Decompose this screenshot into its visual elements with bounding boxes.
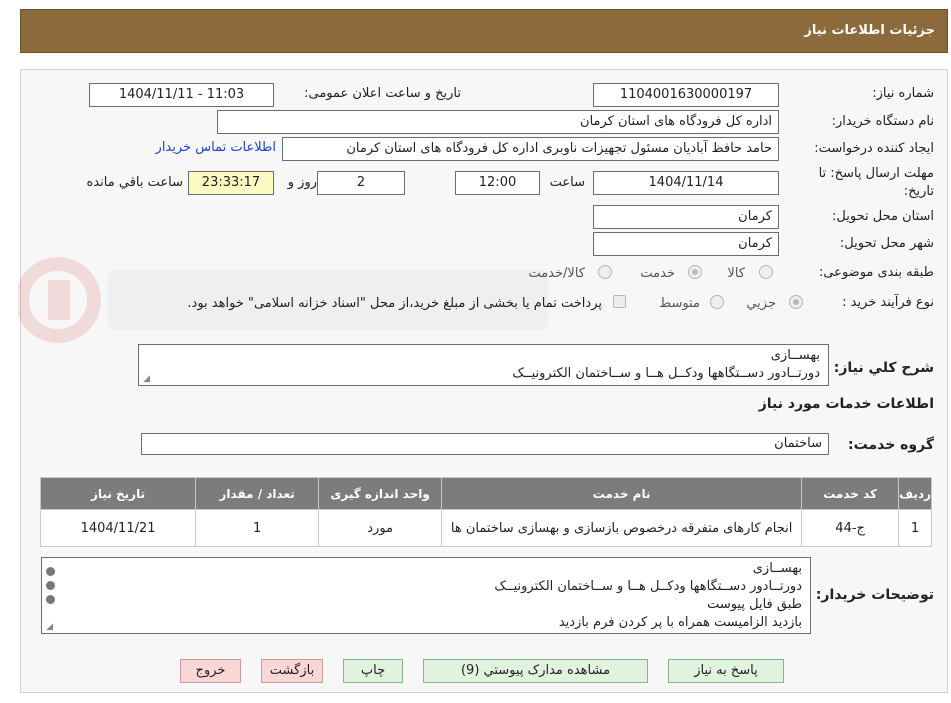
services-section-title: اطلاعات خدمات مورد نیاز — [758, 396, 934, 412]
page-header: جزئیات اطلاعات نیاز — [20, 9, 948, 53]
scroll-thumb-icon[interactable] — [46, 581, 55, 590]
buyer-notes-line: بازدید الزامیست همراه با پر کردن فرم باز… — [558, 615, 802, 630]
need-number-label: شماره نیاز: — [872, 86, 934, 101]
buyer-notes-line: دورتــادور دســتگاهها ودکــل هــا و ســا… — [494, 579, 802, 594]
category-goods-service-radio[interactable] — [598, 265, 612, 279]
deadline-label-date: تاریخ: — [903, 184, 934, 199]
column-header-unit: واحد اندازه گیری — [318, 477, 443, 510]
remaining-time-label: ساعت باقي مانده — [86, 175, 183, 190]
cell-row-number: 1 — [898, 509, 932, 547]
process-minor-radio[interactable] — [789, 295, 803, 309]
category-goods-label: کالا — [727, 266, 745, 281]
reply-to-need-button[interactable]: پاسخ به نیاز — [668, 659, 784, 683]
back-button[interactable]: بازگشت — [261, 659, 323, 683]
need-number-field: 1104001630000197 — [593, 83, 779, 107]
buyer-label: نام دستگاه خریدار: — [831, 114, 934, 129]
buyer-notes-line: بهســازی — [752, 561, 802, 576]
deadline-label: مهلت ارسال پاسخ: تا — [818, 166, 934, 181]
description-line: بهســازی — [770, 348, 820, 363]
deadline-date-field: 1404/11/14 — [593, 171, 779, 195]
scroll-up-icon[interactable] — [46, 567, 55, 576]
category-goods-radio[interactable] — [759, 265, 773, 279]
province-label: استان محل تحویل: — [832, 209, 934, 224]
buyer-notes-textarea[interactable]: بهســازی دورتــادور دســتگاهها ودکــل هـ… — [41, 557, 811, 634]
process-minor-label: جزیي — [746, 296, 776, 311]
description-textarea[interactable]: بهســازی دورتــادور دســتگاهها ودکــل هـ… — [138, 344, 829, 386]
city-field: کرمان — [593, 232, 779, 256]
buyer-field: اداره کل فرودگاه های استان کرمان — [217, 110, 779, 134]
exit-button[interactable]: خروج — [180, 659, 241, 683]
remaining-time-field: 23:33:17 — [188, 171, 274, 195]
cell-service-code: ج-44 — [801, 509, 900, 547]
view-attachments-button[interactable]: مشاهده مدارک پیوستي (9) — [423, 659, 648, 683]
buyer-notes-label: توضیحات خریدار: — [815, 587, 934, 603]
cell-unit: مورد — [318, 509, 443, 547]
buyer-contact-link[interactable]: اطلاعات تماس خریدار — [156, 140, 276, 155]
cell-quantity: 1 — [195, 509, 320, 547]
cell-service-name: انجام کارهای متفرقه درخصوص بازسازی و بهس… — [441, 509, 803, 547]
column-header-quantity: تعداد / مقدار — [195, 477, 320, 510]
description-line: دورتــادور دســتگاهها ودکــل هــا و ســا… — [512, 366, 820, 381]
table-header-row: ردیف کد خدمت نام خدمت واحد اندازه گیری ت… — [39, 477, 932, 510]
scroll-down-icon[interactable] — [46, 595, 55, 604]
buyer-notes-line: طبق فایل پیوست — [707, 597, 802, 612]
deadline-time-label: ساعت — [549, 175, 585, 190]
category-label: طبقه بندی موضوعی: — [818, 265, 934, 280]
process-medium-radio[interactable] — [710, 295, 724, 309]
process-label: نوع فرآیند خرید : — [842, 295, 934, 310]
creator-field: حامد حافظ آبادیان مسئول تجهیزات ناوبری ا… — [282, 137, 779, 161]
service-group-label: گروه خدمت: — [848, 437, 934, 453]
category-service-radio[interactable] — [688, 265, 702, 279]
deadline-time-field: 12:00 — [455, 171, 540, 195]
services-table: ردیف کد خدمت نام خدمت واحد اندازه گیری ت… — [39, 477, 932, 547]
announce-label: تاریخ و ساعت اعلان عمومی: — [304, 86, 461, 101]
column-header-row-number: ردیف — [898, 477, 932, 510]
announce-datetime-field: 1404/11/11 - 11:03 — [89, 83, 274, 107]
category-goods-service-label: کالا/خدمت — [528, 266, 585, 281]
column-header-service-code: کد خدمت — [801, 477, 900, 510]
cell-need-date: 1404/11/21 — [39, 509, 197, 547]
category-service-label: خدمت — [640, 266, 675, 281]
process-medium-label: متوسط — [659, 296, 700, 311]
print-button[interactable]: چاپ — [343, 659, 403, 683]
creator-label: ایجاد کننده درخواست: — [814, 141, 934, 156]
province-field: کرمان — [593, 205, 779, 229]
column-header-need-date: تاریخ نیاز — [39, 477, 197, 510]
treasury-payment-note: پرداخت تمام یا بخشی از مبلغ خرید،از محل … — [187, 296, 602, 311]
resize-handle-icon[interactable]: ◢ — [44, 623, 53, 632]
page-title: جزئیات اطلاعات نیاز — [804, 23, 935, 38]
service-group-field: ساختمان — [141, 433, 829, 455]
city-label: شهر محل تحویل: — [839, 236, 934, 251]
remaining-days-field: 2 — [317, 171, 405, 195]
days-label: روز و — [287, 175, 317, 190]
column-header-service-name: نام خدمت — [441, 477, 803, 510]
table-row: 1 ج-44 انجام کارهای متفرقه درخصوص بازساز… — [39, 509, 932, 547]
treasury-payment-checkbox[interactable] — [613, 295, 626, 308]
description-label: شرح کلي نیاز: — [833, 360, 934, 376]
resize-handle-icon[interactable]: ◢ — [141, 375, 150, 384]
